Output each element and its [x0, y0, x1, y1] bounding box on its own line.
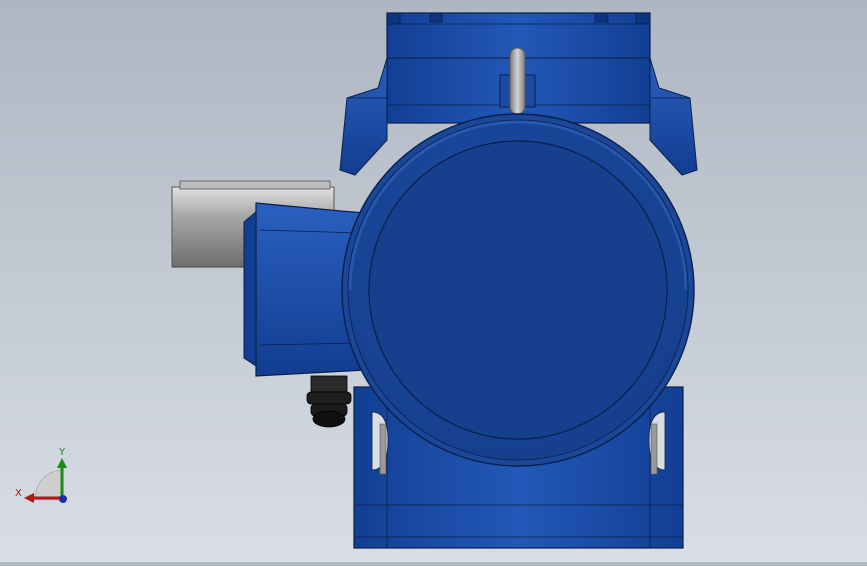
triad-plane-icon — [33, 469, 63, 501]
x-axis-label: X — [15, 488, 22, 499]
motor-model-view[interactable]: Y X — [0, 0, 867, 562]
z-axis-dot — [59, 495, 67, 503]
motor-end-cover — [341, 113, 695, 467]
y-axis-label: Y — [58, 447, 66, 458]
cad-graphics-viewport[interactable]: Y X — [0, 0, 867, 562]
cable-gland — [306, 375, 352, 428]
coordinate-triad: Y X — [15, 447, 67, 503]
